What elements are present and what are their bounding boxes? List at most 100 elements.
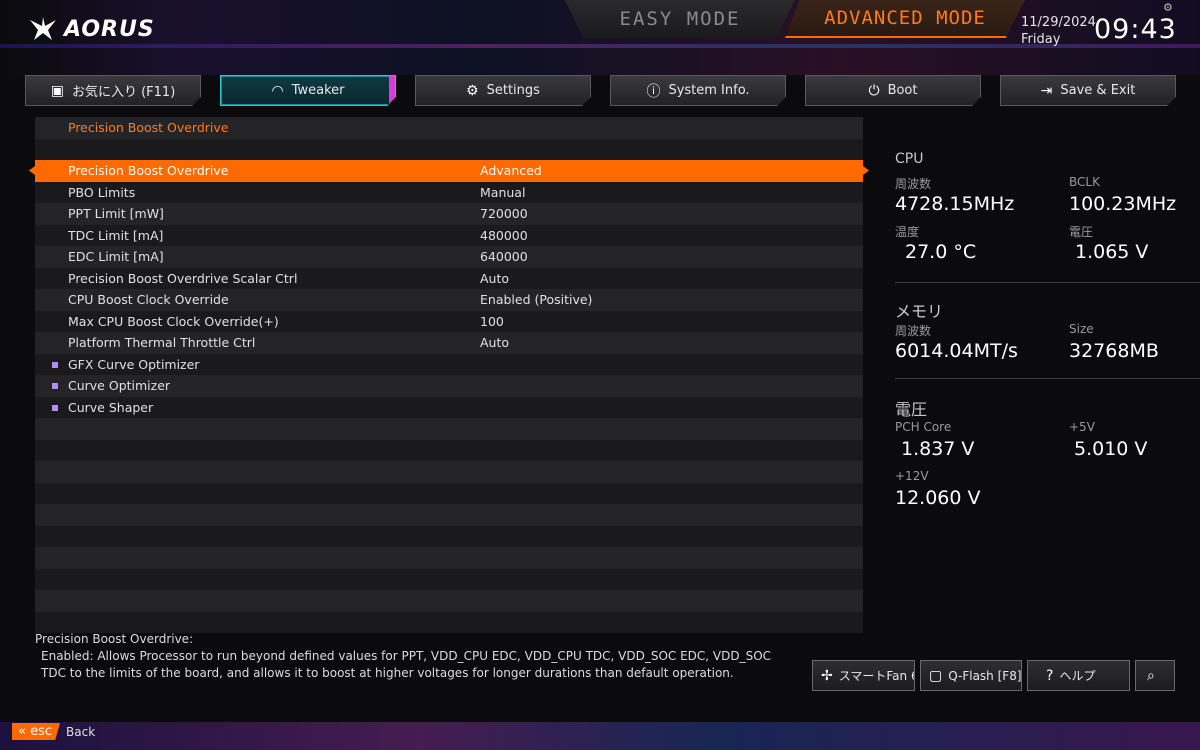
setting-label: PBO Limits [68,184,136,200]
empty-row [35,439,863,461]
tab-save-exit[interactable]: ⇥ Save & Exit [1000,75,1176,106]
setting-row-edc-limit[interactable]: EDC Limit [mA] 640000 [35,246,863,268]
setting-label: Max CPU Boost Clock Override(+) [68,313,279,329]
setting-label: Curve Shaper [68,399,154,415]
setting-value[interactable]: 640000 [480,249,528,264]
settings-panel: Precision Boost Overdrive Precision Boos… [35,117,863,633]
page-title: Precision Boost Overdrive [68,120,229,136]
setting-value[interactable]: Auto [480,271,509,286]
submenu-bullet-icon [52,383,58,389]
empty-row [35,611,863,633]
memory-freq-value: 6014.04MT/s [895,340,1018,362]
setting-row-thermal-throttle[interactable]: Platform Thermal Throttle Ctrl Auto [35,332,863,354]
setting-row-ppt-limit[interactable]: PPT Limit [mW] 720000 [35,203,863,225]
setting-label: EDC Limit [mA] [68,249,164,265]
exit-icon: ⇥ [1040,82,1053,99]
bclk-label: BCLK [1069,175,1100,189]
day-text: Friday [1021,32,1061,47]
submenu-gfx-curve-optimizer[interactable]: GFX Curve Optimizer [35,353,863,375]
help-description: Precision Boost Overdrive: Enabled: Allo… [35,631,795,682]
setting-label: PPT Limit [mW] [68,206,164,222]
setting-label: TDC Limit [mA] [68,227,164,243]
setting-value[interactable]: Enabled (Positive) [480,292,592,307]
setting-row-max-boost-override[interactable]: Max CPU Boost Clock Override(+) 100 [35,310,863,332]
search-button[interactable]: ⌕ [1135,660,1175,691]
setting-value[interactable]: Manual [480,185,525,200]
12v-value: 12.060 V [895,487,981,509]
memory-heading: メモリ [895,302,944,321]
tab-label: Save & Exit [1060,83,1136,98]
setting-row-scalar-ctrl[interactable]: Precision Boost Overdrive Scalar Ctrl Au… [35,267,863,289]
setting-value[interactable]: 480000 [480,228,528,243]
setting-row-tdc-limit[interactable]: TDC Limit [mA] 480000 [35,224,863,246]
fan-icon: ✢ [821,667,833,684]
empty-row [35,418,863,440]
tab-favorites[interactable]: ▣ お気に入り (F11) [25,75,201,106]
empty-row [35,525,863,547]
star-folder-icon: ▣ [50,82,64,99]
tab-system-info[interactable]: ⓘ System Info. [610,75,786,106]
help-label: ヘルプ [1059,669,1096,683]
setting-label: GFX Curve Optimizer [68,356,200,372]
setting-value[interactable]: Advanced [480,163,542,178]
submenu-curve-shaper[interactable]: Curve Shaper [35,396,863,418]
empty-row [35,482,863,504]
help-icon: ? [1046,667,1054,684]
pch-core-value: 1.837 V [901,438,975,460]
cpu-temp-label: 温度 [895,225,920,239]
info-icon: ⓘ [646,83,661,100]
divider [895,378,1200,379]
empty-row [35,590,863,612]
setting-value[interactable]: Auto [480,335,509,350]
small-gear-icon[interactable]: ⚙ [1163,1,1173,14]
eagle-logo-icon [30,17,56,40]
speedometer-icon: ◠ [271,82,284,99]
pch-core-label: PCH Core [895,420,952,434]
setting-row-pbo-limits[interactable]: PBO Limits Manual [35,181,863,203]
tab-tweaker[interactable]: ◠ Tweaker [220,75,396,106]
setting-label: Precision Boost Overdrive Scalar Ctrl [68,270,298,286]
voltage-heading: 電圧 [895,400,928,419]
tab-label: Settings [486,83,540,98]
setting-label: Curve Optimizer [68,378,171,394]
search-icon: ⌕ [1147,667,1155,684]
chip-icon: ▢ [929,667,943,684]
q-flash-button[interactable]: ▢ Q-Flash [F8] [920,660,1022,691]
empty-row [35,461,863,483]
setting-label: Precision Boost Overdrive [68,163,229,179]
setting-row-pbo[interactable]: Precision Boost Overdrive Advanced [35,160,863,182]
smart-fan-button[interactable]: ✢ スマートFan 6 [F [812,660,915,691]
memory-size-value: 32768MB [1069,340,1159,362]
help-text: Enabled: Allows Processor to run beyond … [41,649,772,680]
advanced-mode-tab[interactable]: ADVANCED MODE [785,0,1025,38]
setting-value[interactable]: 720000 [480,206,528,221]
setting-value[interactable]: 100 [480,314,504,329]
easy-mode-tab[interactable]: EASY MODE [565,0,795,38]
cpu-heading: CPU [895,151,924,167]
aorus-logo: AORUS [28,14,155,44]
help-button[interactable]: ? ヘルプ [1027,660,1130,691]
setting-label: CPU Boost Clock Override [68,292,229,308]
esc-back-button[interactable]: « esc Back [12,723,95,740]
section-title-row: Precision Boost Overdrive [35,117,863,139]
tab-settings[interactable]: ⚙ Settings [415,75,591,106]
clock[interactable]: 09:43 [1094,14,1177,45]
tab-boot[interactable]: ⏻ Boot [805,75,981,106]
logo-text: AORUS [64,16,155,42]
cpu-temp-value: 27.0 °C [905,241,977,263]
date-text: 11/29/2024 [1021,15,1096,30]
q-flash-label: Q-Flash [F8] [948,668,1022,683]
cpu-freq-label: 周波数 [895,177,932,191]
tab-label: お気に入り (F11) [71,85,176,100]
empty-row [35,568,863,590]
submenu-curve-optimizer[interactable]: Curve Optimizer [35,375,863,397]
empty-row [35,504,863,526]
setting-row-boost-clock-override[interactable]: CPU Boost Clock Override Enabled (Positi… [35,289,863,311]
submenu-bullet-icon [52,361,58,368]
memory-freq-label: 周波数 [895,324,932,338]
cpu-freq-value: 4728.15MHz [895,193,1015,215]
divider [895,282,1200,283]
help-title: Precision Boost Overdrive: [35,632,194,646]
empty-row [35,547,863,569]
smart-fan-label: スマートFan 6 [F [838,669,914,683]
